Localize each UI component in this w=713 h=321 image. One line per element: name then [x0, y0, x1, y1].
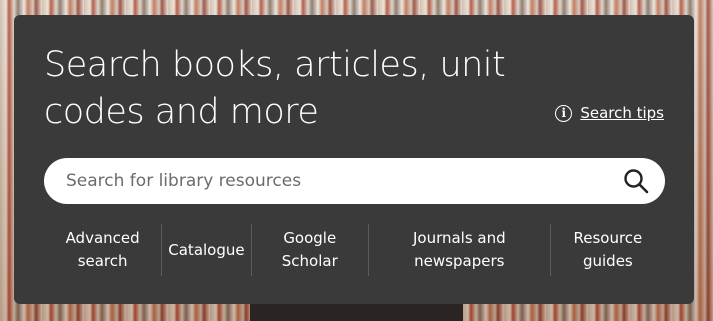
search-tips-label: Search tips — [580, 104, 664, 122]
page-title: Search books, articles, unit codes and m… — [44, 45, 506, 132]
info-icon: i — [555, 104, 573, 122]
quick-links: Advanced search Catalogue Google Scholar… — [44, 224, 665, 276]
catalogue-link[interactable]: Catalogue — [161, 224, 250, 276]
advanced-search-link[interactable]: Advanced search — [44, 224, 161, 276]
search-bar — [44, 158, 665, 204]
search-tips-link[interactable]: i Search tips — [555, 104, 664, 122]
journals-newspapers-link[interactable]: Journals and newspapers — [367, 224, 550, 276]
search-input[interactable] — [64, 170, 621, 192]
search-button[interactable] — [621, 166, 651, 196]
library-search-panel: Search books, articles, unit codes and m… — [14, 15, 694, 304]
resource-guides-link[interactable]: Resource guides — [549, 224, 665, 276]
google-scholar-link[interactable]: Google Scholar — [250, 224, 368, 276]
search-icon — [624, 169, 649, 194]
